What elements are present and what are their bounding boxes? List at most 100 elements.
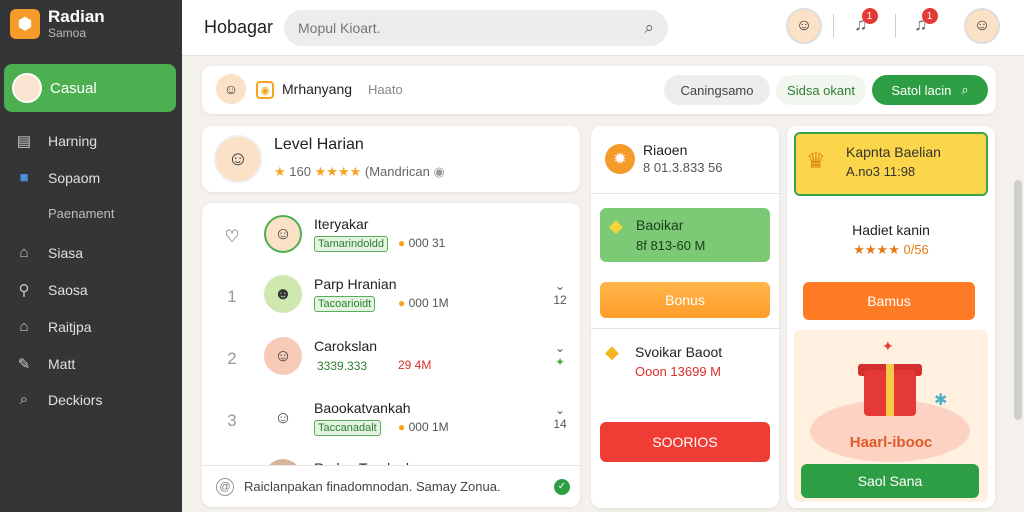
row-meta[interactable]: ⌄ 14 [550, 403, 570, 431]
footer-note: @ Raiclanpakan finadomnodan. Samay Zonua… [202, 465, 580, 507]
search-icon: ⌕ [19, 391, 29, 408]
avatar: ☻ [264, 275, 302, 313]
list-item[interactable]: ♡ ☺ Iteryakar Tamarindoldd ● 000 31 [202, 205, 580, 267]
level-sub: Mandrican [369, 164, 430, 179]
claim-button[interactable]: Saol Sana [801, 464, 979, 498]
level-title: Level Harian [274, 136, 364, 153]
notification-badge: 1 [921, 8, 938, 24]
search-icon[interactable]: ⌕ [644, 18, 654, 38]
game-icon: ◉ [256, 81, 274, 99]
reward-card-green[interactable]: ◆ Baoikar 8f 813-60 M [600, 208, 770, 262]
reward-value: 8 01.3.833 56 [643, 160, 723, 175]
player-name: Baookatvankah [314, 400, 411, 416]
search-input[interactable] [298, 20, 645, 36]
bonus-button[interactable]: Bonus [600, 282, 770, 318]
rewards-column: ✹ Riaoen 8 01.3.833 56 ◆ Baoikar 8f 813-… [591, 126, 779, 508]
bell-icon[interactable]: ♫ 1 [854, 8, 878, 35]
level-card: ☺ Level Harian ★ 160 ★★★★ (Mandrican ◉ [202, 126, 580, 192]
check-icon[interactable]: ✓ [554, 478, 570, 495]
brand[interactable]: ⬢ Radian Samoa [10, 8, 105, 40]
row-count: 14 [553, 417, 567, 431]
info-icon[interactable]: ◉ [434, 164, 445, 179]
reward-summary: ✹ Riaoen 8 01.3.833 56 [591, 126, 779, 194]
player-name: Iteryakar [314, 216, 369, 232]
avatar[interactable]: ☺ [216, 74, 246, 104]
coin-icon: ● [398, 420, 406, 434]
avatar: ☺ [264, 337, 302, 375]
sidebar-item-saosa[interactable]: ⚲ Saosa [14, 281, 88, 299]
row-meta[interactable]: ⌄ ✦ [550, 341, 570, 369]
player-name: Carokslan [314, 338, 378, 354]
divider [833, 14, 834, 38]
avatar: ☺ [264, 399, 302, 437]
player-tag: Tacoarioidt [314, 296, 376, 312]
daily-title: Hadiet kanin [852, 222, 930, 238]
bonus-orange-button[interactable]: Bamus [803, 282, 975, 320]
sidebar-item-label: Raitjpa [48, 318, 92, 335]
sparkle-icon: ✱ [934, 392, 948, 409]
daily-rating: ★★★★ 0/56 [853, 242, 929, 257]
brand-title: Radian [48, 7, 105, 26]
sidebar-item-label: Matt [48, 356, 76, 372]
sidebar-item-matt[interactable]: ✎ Matt [14, 355, 76, 373]
coin-icon: ● [398, 296, 406, 310]
sidebar: ⬢ Radian Samoa ☺ Casual ▤ Harning ■ Sopa… [0, 0, 182, 512]
home-icon: ⌂ [19, 318, 29, 335]
list-item[interactable]: 1 ☻ Parp Hranian Tacoarioidt ● 000 1M ⌄ … [202, 265, 580, 327]
ghost-button[interactable]: Sidsa okant [776, 75, 866, 105]
avatar[interactable]: ☺ [786, 8, 822, 44]
sidebar-item-label: Harning [48, 133, 98, 149]
heart-icon: ♡ [224, 227, 240, 246]
footer-text: Raiclanpakan finadomnodan. Samay Zonua. [244, 479, 501, 494]
list-item[interactable]: 3 ☺ Baookatvankah Taccanadalt ● 000 1M ⌄… [202, 389, 580, 451]
player-sub: Haato [368, 82, 403, 97]
button-label: Satol lacin [891, 82, 952, 98]
bell-icon[interactable]: ♫ 1 [914, 8, 938, 35]
player-points: ● 000 31 [398, 236, 446, 250]
wrench-icon: ✎ [17, 356, 31, 373]
sidebar-item-deckiors[interactable]: ⌕ Deckiors [14, 391, 103, 408]
sidebar-item-casual[interactable]: ☺ Casual [4, 64, 176, 112]
sidebar-item-label: Sopaom [48, 169, 101, 186]
sidebar-item-label: Casual [50, 79, 97, 97]
chevron-down-icon: ⌄ [554, 279, 566, 293]
chevron-down-icon: ⌄ [554, 403, 566, 417]
gem-icon: ◆ [609, 216, 623, 236]
puzzle-icon: ✦ [554, 355, 566, 369]
green-action-button[interactable]: Satol lacin ⌕ [872, 75, 988, 105]
user-avatar[interactable]: ☺ [964, 8, 1000, 44]
brand-subtitle: Samoa [48, 26, 87, 40]
rank-number: 3 [227, 411, 237, 430]
player-tag: Tamarindoldd [314, 236, 389, 252]
rank-number: 1 [227, 287, 237, 306]
level-meta: ★ 160 ★★★★ (Mandrican ◉ [274, 164, 445, 179]
player-name: Mrhanyang [282, 81, 353, 97]
home-icon: ⌂ [19, 244, 29, 261]
sidebar-item-harning[interactable]: ▤ Harning [14, 132, 97, 150]
leaderboard-list: ♡ ☺ Iteryakar Tamarindoldd ● 000 31 1 ☻ … [202, 203, 580, 507]
topbar: Hobagar ⌕ ☺ ♫1 ♫1 ☺ [182, 0, 1024, 56]
gift-ribbon [886, 364, 894, 416]
sparkle-icon: ✦ [882, 338, 894, 354]
bonus-red-button[interactable]: SOORIOS [600, 422, 770, 462]
info-icon[interactable]: @ [216, 477, 234, 496]
divider [895, 14, 896, 38]
gem-icon: ◆ [605, 342, 619, 362]
avatar: ☺ [214, 135, 262, 183]
row-meta[interactable]: ⌄ 12 [550, 279, 570, 307]
event-card-yellow[interactable]: ♛ Kapnta Baelian A.no3 11:98 [794, 132, 988, 196]
grey-button[interactable]: Caningsamo [664, 75, 770, 105]
brand-logo-icon: ⬢ [10, 9, 40, 39]
sidebar-item-siasa[interactable]: ⌂ Siasa [14, 244, 83, 261]
row-count: 12 [553, 293, 567, 307]
sidebar-item-sopaom[interactable]: ■ Sopaom [14, 169, 100, 186]
reward-title: Svoikar Baoot [635, 344, 723, 360]
sidebar-item-raitjpa[interactable]: ⌂ Raitjpa [14, 318, 92, 335]
profile-header: ☺ ◉ Mrhanyang Haato Caningsamo Sidsa oka… [202, 66, 996, 114]
scrollbar[interactable] [1014, 180, 1022, 420]
sidebar-subitem[interactable]: Paenament [48, 206, 115, 221]
rank-number: 2 [227, 349, 237, 368]
sun-icon: ✹ [605, 144, 635, 174]
list-item[interactable]: 2 ☺ Carokslan 3339.333 29 4M ⌄ ✦ [202, 327, 580, 389]
search-bar[interactable]: ⌕ [284, 10, 668, 46]
